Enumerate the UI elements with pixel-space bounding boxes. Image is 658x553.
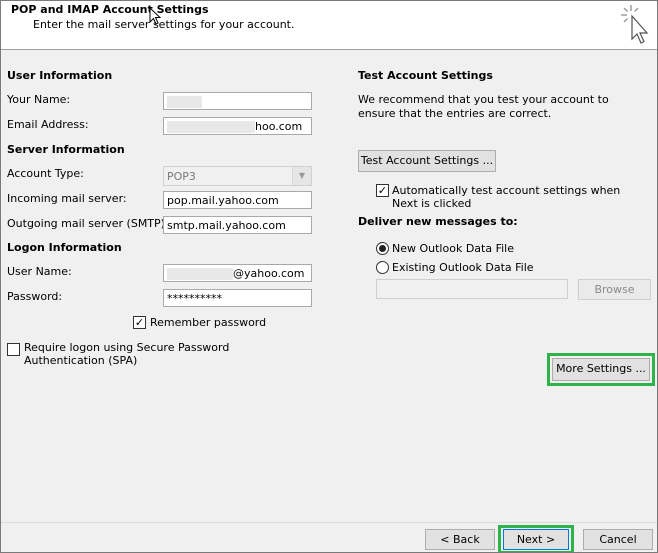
test-settings-heading: Test Account Settings bbox=[358, 69, 493, 82]
password-label: Password: bbox=[7, 290, 63, 303]
deliver-messages-heading: Deliver new messages to: bbox=[358, 215, 518, 228]
new-data-file-label[interactable]: New Outlook Data File bbox=[392, 242, 514, 255]
back-button[interactable]: < Back bbox=[425, 529, 495, 550]
mouse-cursor-icon bbox=[149, 7, 162, 25]
incoming-server-label: Incoming mail server: bbox=[7, 192, 127, 205]
your-name-field[interactable] bbox=[163, 92, 312, 110]
account-type-label: Account Type: bbox=[7, 167, 84, 180]
remember-password-label[interactable]: Remember password bbox=[150, 316, 266, 329]
existing-data-file-path-field[interactable] bbox=[376, 279, 568, 299]
server-information-heading: Server Information bbox=[7, 143, 125, 156]
username-field[interactable]: @yahoo.com bbox=[163, 264, 312, 282]
existing-data-file-label[interactable]: Existing Outlook Data File bbox=[392, 261, 534, 274]
redacted-block bbox=[167, 96, 202, 108]
username-label: User Name: bbox=[7, 265, 72, 278]
dialog-footer: < Back Next > Cancel bbox=[1, 522, 657, 552]
user-information-heading: User Information bbox=[7, 69, 113, 82]
chevron-down-icon: ▼ bbox=[292, 167, 311, 185]
outgoing-server-label: Outgoing mail server (SMTP): bbox=[7, 217, 169, 230]
email-address-field[interactable]: hoo.com bbox=[163, 117, 312, 135]
auto-test-label[interactable]: Automatically test account settings when… bbox=[392, 184, 642, 210]
auto-test-checkbox[interactable]: ✓ bbox=[376, 184, 389, 197]
outgoing-server-field[interactable]: smtp.mail.yahoo.com bbox=[163, 216, 312, 234]
page-subtitle: Enter the mail server settings for your … bbox=[33, 18, 295, 31]
password-field[interactable]: ********** bbox=[163, 289, 312, 307]
next-button[interactable]: Next > bbox=[503, 529, 569, 550]
account-type-select[interactable]: POP3 ▼ bbox=[163, 166, 312, 186]
account-type-value: POP3 bbox=[167, 170, 196, 183]
remember-password-checkbox[interactable]: ✓ bbox=[133, 316, 146, 329]
email-value: hoo.com bbox=[255, 120, 303, 133]
email-address-label: Email Address: bbox=[7, 118, 89, 131]
username-value: @yahoo.com bbox=[233, 267, 305, 280]
incoming-server-field[interactable]: pop.mail.yahoo.com bbox=[163, 191, 312, 209]
spa-label[interactable]: Require logon using Secure Password Auth… bbox=[24, 341, 304, 367]
dialog-header: POP and IMAP Account Settings Enter the … bbox=[1, 1, 657, 50]
cancel-button[interactable]: Cancel bbox=[583, 529, 653, 550]
test-account-settings-button[interactable]: Test Account Settings ... bbox=[358, 150, 496, 172]
cursor-click-icon bbox=[621, 5, 649, 44]
browse-button[interactable]: Browse bbox=[578, 279, 651, 300]
more-settings-button[interactable]: More Settings ... bbox=[552, 358, 650, 381]
redacted-block bbox=[167, 268, 233, 280]
dialog-body: User Information Your Name: Email Addres… bbox=[1, 50, 657, 522]
spa-checkbox[interactable] bbox=[7, 343, 20, 356]
existing-data-file-radio[interactable] bbox=[376, 261, 389, 274]
page-title: POP and IMAP Account Settings bbox=[11, 3, 209, 16]
redacted-block bbox=[167, 121, 255, 133]
account-settings-dialog: POP and IMAP Account Settings Enter the … bbox=[0, 0, 658, 553]
logon-information-heading: Logon Information bbox=[7, 241, 122, 254]
your-name-label: Your Name: bbox=[7, 93, 71, 106]
test-settings-description: We recommend that you test your account … bbox=[358, 93, 609, 120]
new-data-file-radio[interactable] bbox=[376, 242, 389, 255]
